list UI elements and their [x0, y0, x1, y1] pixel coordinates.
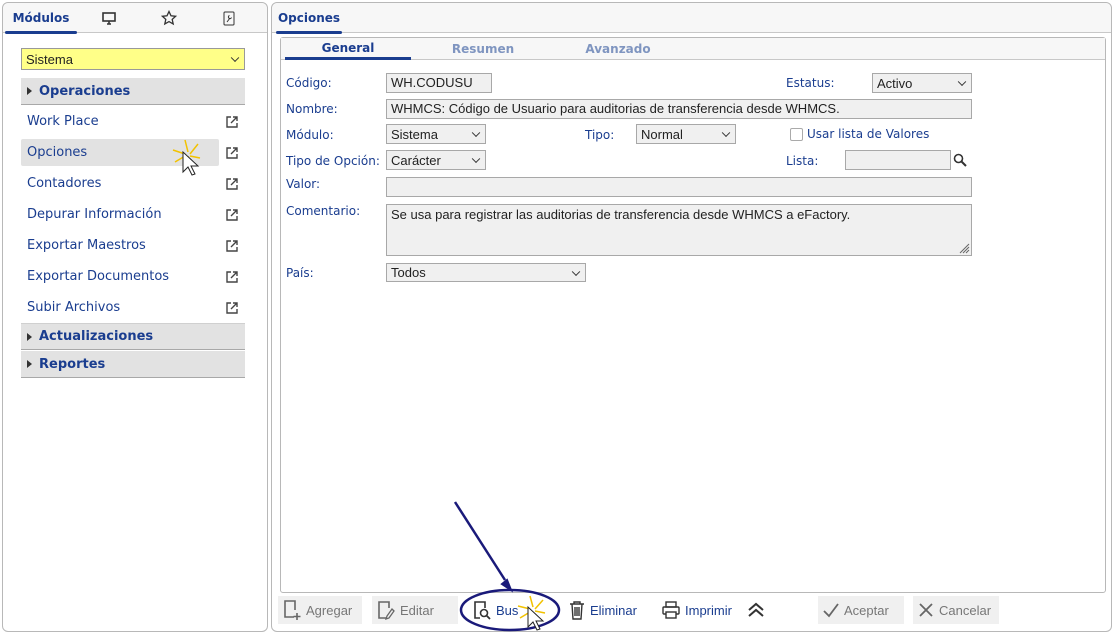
- estatus-select[interactable]: Activo: [872, 73, 972, 93]
- group-operaciones[interactable]: Operaciones: [21, 78, 245, 105]
- tab-general[interactable]: General: [285, 38, 411, 60]
- imprimir-label: Imprimir: [685, 602, 732, 618]
- usar-lista-label[interactable]: Usar lista de Valores: [807, 127, 929, 141]
- star-icon: [161, 10, 177, 26]
- menu-item-contadores[interactable]: Contadores: [21, 170, 219, 197]
- menu-item-label: Exportar Maestros: [27, 238, 146, 253]
- chevron-down-icon: [471, 154, 481, 164]
- imprimir-button[interactable]: Imprimir: [657, 596, 736, 624]
- eliminar-button[interactable]: Eliminar: [564, 596, 641, 624]
- trash-icon: [570, 601, 584, 620]
- menu-item-exportar-documentos[interactable]: Exportar Documentos: [21, 263, 219, 290]
- valor-field[interactable]: [386, 177, 972, 197]
- pais-label: País:: [286, 266, 314, 280]
- external-link-icon[interactable]: [225, 177, 239, 191]
- modules-panel: Módulos Sistema Operaciones Work Place O…: [2, 2, 268, 632]
- tab-monitor[interactable]: [79, 3, 139, 33]
- menu-item-depurar-informacion[interactable]: Depurar Información: [21, 201, 219, 228]
- tab-favorites[interactable]: [139, 3, 199, 33]
- chevron-down-icon: [721, 128, 731, 138]
- external-link-icon[interactable]: [225, 270, 239, 284]
- check-icon: [823, 603, 839, 618]
- comentario-label: Comentario:: [286, 204, 361, 218]
- close-icon: [919, 603, 933, 617]
- nombre-field[interactable]: WHMCS: Código de Usuario para auditorias…: [386, 99, 972, 119]
- chevron-down-icon: [571, 267, 581, 276]
- collapse-icon[interactable]: [746, 601, 766, 619]
- edit-document-icon: [378, 601, 395, 621]
- external-link-icon[interactable]: [225, 301, 239, 315]
- editar-label: Editar: [400, 602, 434, 618]
- valor-label: Valor:: [286, 177, 321, 191]
- estatus-label: Estatus:: [786, 76, 835, 90]
- search-icon[interactable]: [953, 153, 967, 167]
- aceptar-button[interactable]: Aceptar: [818, 596, 904, 624]
- menu-item-label: Exportar Documentos: [27, 269, 170, 284]
- tipo-opcion-label: Tipo de Opción:: [286, 154, 380, 168]
- lista-label: Lista:: [786, 154, 819, 168]
- tipo-opcion-value: Carácter: [391, 152, 441, 168]
- menu-item-opciones[interactable]: Opciones: [21, 139, 219, 166]
- printer-icon: [662, 601, 680, 619]
- chevron-down-icon: [957, 77, 967, 87]
- modulo-label: Módulo:: [286, 128, 334, 142]
- menu-item-label: Work Place: [27, 114, 99, 129]
- group-reportes[interactable]: Reportes: [21, 351, 245, 378]
- tab-modulos[interactable]: Módulos: [5, 3, 77, 34]
- menu-item-subir-archivos[interactable]: Subir Archivos: [21, 294, 219, 321]
- tab-resumen[interactable]: Resumen: [420, 38, 546, 60]
- wrench-icon: [223, 11, 235, 25]
- modules-tabbar: Módulos: [3, 3, 267, 34]
- usar-lista-checkbox[interactable]: [790, 128, 803, 141]
- tab-tools[interactable]: [199, 3, 259, 33]
- monitor-icon: [102, 11, 116, 25]
- codigo-field[interactable]: WH.CODUSU: [386, 73, 492, 93]
- comentario-textarea[interactable]: Se usa para registrar las auditorias de …: [386, 204, 972, 256]
- aceptar-label: Aceptar: [844, 602, 889, 618]
- resize-handle-icon[interactable]: [958, 242, 970, 254]
- lista-field[interactable]: [845, 150, 951, 170]
- agregar-button[interactable]: Agregar: [278, 596, 362, 624]
- add-document-icon: [284, 600, 301, 620]
- menu-item-label: Contadores: [27, 176, 102, 191]
- buscar-button[interactable]: Bus: [468, 596, 556, 624]
- tipo-select[interactable]: Normal: [636, 124, 736, 144]
- cancelar-label: Cancelar: [939, 602, 992, 618]
- agregar-label: Agregar: [306, 602, 353, 618]
- search-document-icon: [474, 601, 491, 620]
- eliminar-label: Eliminar: [590, 602, 637, 618]
- menu-item-label: Depurar Información: [27, 207, 162, 222]
- menu-item-label: Subir Archivos: [27, 300, 121, 315]
- form-box: [280, 37, 1106, 593]
- options-tabbar: Opciones: [272, 3, 1111, 34]
- group-actualizaciones[interactable]: Actualizaciones: [21, 323, 245, 350]
- pais-select[interactable]: Todos: [386, 263, 586, 282]
- nombre-label: Nombre:: [286, 102, 338, 116]
- module-select-value: Sistema: [26, 51, 73, 67]
- tipo-label: Tipo:: [585, 128, 615, 142]
- external-link-icon[interactable]: [225, 208, 239, 222]
- editar-button[interactable]: Editar: [372, 596, 458, 624]
- pais-value: Todos: [391, 265, 426, 280]
- modulo-value: Sistema: [391, 126, 438, 142]
- tab-avanzado[interactable]: Avanzado: [555, 38, 681, 60]
- external-link-icon[interactable]: [225, 115, 239, 129]
- module-select[interactable]: Sistema: [21, 48, 245, 70]
- options-panel: Opciones: [271, 2, 1112, 632]
- external-link-icon[interactable]: [225, 146, 239, 160]
- tab-opciones[interactable]: Opciones: [276, 3, 342, 34]
- cancelar-button[interactable]: Cancelar: [913, 596, 999, 624]
- buscar-label: Bus: [496, 602, 519, 618]
- chevron-down-icon: [471, 128, 481, 138]
- chevron-down-icon: [230, 53, 240, 63]
- menu-item-label: Opciones: [27, 145, 88, 160]
- external-link-icon[interactable]: [225, 239, 239, 253]
- modulo-select[interactable]: Sistema: [386, 124, 486, 144]
- tipo-value: Normal: [641, 126, 683, 142]
- codigo-label: Código:: [286, 76, 332, 90]
- menu-item-work-place[interactable]: Work Place: [21, 108, 219, 135]
- menu-item-exportar-maestros[interactable]: Exportar Maestros: [21, 232, 219, 259]
- tipo-opcion-select[interactable]: Carácter: [386, 150, 486, 170]
- estatus-value: Activo: [877, 75, 913, 91]
